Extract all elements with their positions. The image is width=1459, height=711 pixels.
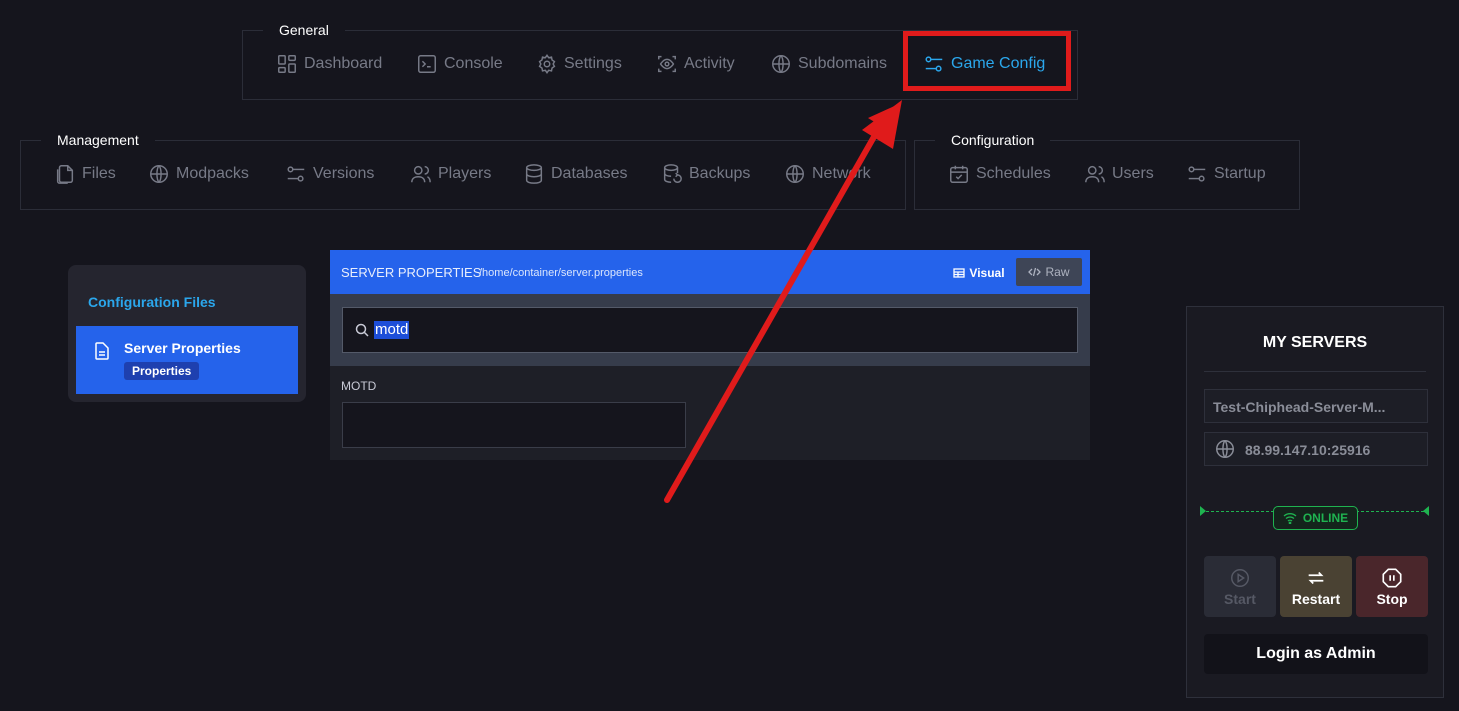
nav-item-players[interactable]: Players — [410, 163, 491, 185]
gear-icon — [538, 54, 556, 74]
nav-item-label: Versions — [313, 165, 375, 182]
server-name-field[interactable]: Test-Chiphead-Server-M... — [1204, 389, 1428, 423]
nav-item-label: Modpacks — [176, 165, 249, 182]
nav-item-settings[interactable]: Settings — [536, 53, 622, 75]
nav-item-label: Activity — [684, 55, 735, 72]
server-address-field[interactable]: 88.99.147.10:25916 — [1204, 432, 1428, 466]
nav-item-modpacks[interactable]: Modpacks — [148, 163, 249, 185]
terminal-icon — [418, 55, 436, 73]
motd-input[interactable] — [342, 402, 686, 448]
nav-group-configuration: Configuration Schedules Users Startup — [914, 124, 1300, 210]
nav-item-label: Dashboard — [304, 55, 383, 72]
nav-item-label: Console — [444, 55, 503, 72]
config-file-item-server-properties[interactable]: Server Properties Properties — [76, 326, 298, 394]
globe-icon — [786, 165, 804, 183]
start-label: Start — [1224, 590, 1256, 607]
nav-item-label: Users — [1112, 165, 1154, 182]
code-icon — [1028, 267, 1042, 277]
nav-item-files[interactable]: Files — [54, 163, 116, 185]
editor-header: SERVER PROPERTIES /home/container/server… — [330, 250, 1090, 294]
globe-icon — [772, 55, 790, 73]
server-name: Test-Chiphead-Server-M... — [1213, 399, 1386, 415]
nav-item-console[interactable]: Console — [416, 53, 503, 75]
nav-group-label: Configuration — [935, 124, 1051, 154]
sliders-icon — [1188, 166, 1206, 182]
nav-item-label: Network — [812, 165, 871, 182]
sliders-icon — [287, 166, 305, 182]
status-badge: ONLINE — [1273, 506, 1358, 530]
nav-item-label: Databases — [551, 165, 628, 182]
status-line-right-marker — [1423, 506, 1429, 516]
files-icon — [56, 165, 74, 184]
visual-mode-label: Visual — [969, 265, 1005, 280]
editor-file-path: /home/container/server.properties — [479, 267, 643, 279]
nav-item-startup[interactable]: Startup — [1186, 163, 1266, 185]
nav-group-management: Management Files Modpacks Versions Playe… — [20, 124, 906, 210]
search-input-value[interactable]: motd — [374, 321, 410, 339]
calendar-icon — [950, 165, 968, 183]
restart-icon — [1308, 571, 1324, 584]
database-icon — [525, 164, 543, 184]
nav-item-label: Files — [82, 165, 116, 182]
nav-item-label: Schedules — [976, 165, 1051, 182]
stop-label: Stop — [1376, 590, 1408, 607]
nav-item-label: Startup — [1214, 165, 1266, 182]
users-icon — [1085, 165, 1105, 183]
nav-item-schedules[interactable]: Schedules — [948, 163, 1051, 185]
server-properties-editor: SERVER PROPERTIES /home/container/server… — [330, 250, 1090, 460]
nav-item-users[interactable]: Users — [1084, 163, 1154, 185]
restart-button[interactable]: Restart — [1280, 556, 1352, 617]
nav-item-label: Settings — [564, 55, 622, 72]
nav-item-backups[interactable]: Backups — [661, 163, 750, 185]
nav-item-label: Backups — [689, 165, 751, 182]
nav-item-label: Subdomains — [798, 55, 887, 72]
config-files-title: Configuration Files — [88, 294, 216, 310]
dashboard-icon — [278, 55, 296, 73]
annotation-highlight-box — [903, 31, 1071, 91]
nav-group-label: General — [263, 14, 345, 44]
motd-field-label: MOTD — [341, 379, 377, 393]
nav-item-label: Players — [438, 165, 492, 182]
status-line-left-marker — [1200, 506, 1206, 516]
nav-item-network[interactable]: Network — [784, 163, 871, 185]
config-files-panel: Configuration Files Server Properties Pr… — [68, 265, 306, 402]
users-icon — [411, 165, 431, 183]
status-text: ONLINE — [1302, 511, 1349, 525]
stop-icon — [1382, 567, 1402, 588]
property-search-box[interactable]: motd — [342, 307, 1078, 353]
table-icon — [953, 267, 966, 278]
my-servers-panel: MY SERVERS Test-Chiphead-Server-M... 88.… — [1186, 306, 1444, 698]
nav-group-label: Management — [41, 124, 155, 154]
play-icon — [1231, 568, 1249, 587]
my-servers-heading: MY SERVERS — [1262, 334, 1368, 351]
config-file-badge: Properties — [124, 362, 200, 380]
file-icon — [95, 342, 109, 360]
globe-icon — [150, 165, 168, 183]
raw-mode-button[interactable]: Raw — [1016, 258, 1082, 286]
visual-mode-button[interactable]: Visual — [948, 259, 1010, 286]
search-icon — [355, 323, 369, 337]
nav-item-databases[interactable]: Databases — [523, 163, 628, 185]
nav-item-activity[interactable]: Activity — [656, 53, 735, 75]
search-band: motd — [330, 294, 1090, 366]
globe-icon — [1216, 440, 1234, 458]
start-button[interactable]: Start — [1204, 556, 1276, 617]
restart-label: Restart — [1291, 590, 1341, 607]
stop-button[interactable]: Stop — [1356, 556, 1428, 617]
raw-mode-label: Raw — [1045, 265, 1070, 279]
server-address: 88.99.147.10:25916 — [1245, 442, 1371, 458]
divider — [1204, 371, 1426, 372]
eye-icon — [658, 55, 676, 73]
nav-item-versions[interactable]: Versions — [285, 163, 374, 185]
editor-title: SERVER PROPERTIES — [341, 265, 482, 280]
nav-item-subdomains[interactable]: Subdomains — [770, 53, 887, 75]
wifi-icon — [1283, 513, 1297, 524]
login-as-admin-button[interactable]: Login as Admin — [1204, 634, 1428, 674]
nav-item-dashboard[interactable]: Dashboard — [276, 53, 382, 75]
database-restore-icon — [663, 164, 682, 183]
config-file-name: Server Properties — [124, 340, 241, 356]
